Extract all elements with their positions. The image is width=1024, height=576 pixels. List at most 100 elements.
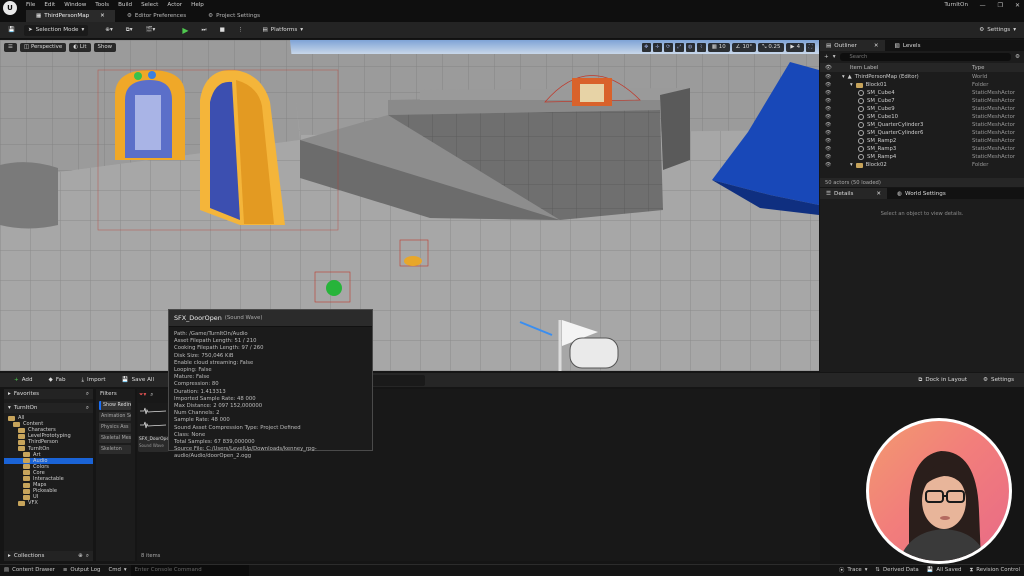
save-all-button[interactable]: 💾 Save All xyxy=(118,375,158,386)
add-icon[interactable]: + xyxy=(824,54,829,60)
menu-item-help[interactable]: Help xyxy=(191,2,204,8)
tab-outliner[interactable]: ▤ Outliner ✕ xyxy=(820,40,885,51)
chevron-down-icon[interactable]: ▾ xyxy=(842,74,845,80)
level-viewport[interactable]: ☰ ◫ Perspective ◐ Lit Show ✥ ✛ ⟳ ⤢ ◍ ⌇ ▦ 10… xyxy=(0,40,819,371)
grid-snap-button[interactable]: ▦ 10 xyxy=(707,42,730,52)
add-button[interactable]: + Add xyxy=(10,375,37,386)
visibility-eye-icon[interactable]: 👁 xyxy=(825,154,831,160)
visibility-eye-icon[interactable]: 👁 xyxy=(825,74,831,80)
derived-data-button[interactable]: ⇅ Derived Data xyxy=(871,565,922,576)
visibility-eye-icon[interactable]: 👁 xyxy=(825,106,831,112)
folder-vfx[interactable]: VFX xyxy=(4,500,93,506)
outliner-row[interactable]: 👁 SM_Cube10 StaticMeshActor xyxy=(820,113,1024,121)
fab-button[interactable]: ◆ Fab xyxy=(45,375,70,386)
rotation-snap-button[interactable]: ∠ 10° xyxy=(731,42,757,52)
menu-item-build[interactable]: Build xyxy=(118,2,132,8)
outliner-row[interactable]: 👁 ▾ ▲ ThirdPersonMap (Editor) World xyxy=(820,73,1024,81)
visibility-eye-icon[interactable]: 👁 xyxy=(825,130,831,136)
outliner-search-input[interactable]: Search xyxy=(839,53,1011,61)
maximize-viewport-icon[interactable]: ⛶ xyxy=(806,42,815,52)
outliner-row[interactable]: 👁 SM_QuarterCylinder3 StaticMeshActor xyxy=(820,121,1024,129)
outliner-row[interactable]: 👁 SM_Ramp4 StaticMeshActor xyxy=(820,153,1024,161)
import-button[interactable]: ⤓ Import xyxy=(78,375,110,386)
chevron-down-icon[interactable]: ▾ xyxy=(850,82,853,88)
menu-item-select[interactable]: Select xyxy=(141,2,158,8)
menu-item-file[interactable]: File xyxy=(26,2,35,8)
stop-icon[interactable]: ■ xyxy=(216,25,229,36)
search-icon[interactable]: ⌕ xyxy=(86,391,89,398)
project-section[interactable]: ▾ TurnItOn ⌕ xyxy=(4,403,93,413)
menu-item-window[interactable]: Window xyxy=(64,2,86,8)
gear-icon[interactable]: ⚙ xyxy=(1015,54,1020,60)
surface-snap-icon[interactable]: ⌇ xyxy=(696,42,706,52)
scale-snap-button[interactable]: ⤡ 0.25 xyxy=(758,42,785,52)
play-button[interactable]: ▶ xyxy=(178,25,192,36)
translate-icon[interactable]: ✛ xyxy=(652,42,662,52)
outliner-row[interactable]: 👁 ▾ Block02 Folder xyxy=(820,161,1024,169)
menu-item-tools[interactable]: Tools xyxy=(95,2,109,8)
visibility-eye-icon[interactable]: 👁 xyxy=(825,90,831,96)
outliner-row[interactable]: 👁 ▾ Block01 Folder xyxy=(820,81,1024,89)
filter-icon[interactable]: ▾ xyxy=(833,54,836,60)
search-icon[interactable]: ⌕ xyxy=(86,553,89,560)
tab-details[interactable]: ☰ Details ✕ xyxy=(820,188,888,199)
chevron-down-icon[interactable]: ▾ xyxy=(850,162,853,168)
visibility-eye-icon[interactable]: 👁 xyxy=(825,114,831,120)
add-actor-icon[interactable]: ⊕▾ xyxy=(101,25,117,36)
search-icon[interactable]: ⌕ xyxy=(86,405,89,412)
world-icon[interactable]: ◍ xyxy=(685,42,695,52)
filter-button[interactable]: Animation Se xyxy=(99,412,131,421)
filter-icon[interactable]: ⏷▾ xyxy=(139,392,146,399)
outliner-row[interactable]: 👁 SM_Cube7 StaticMeshActor xyxy=(820,97,1024,105)
tab-project-settings[interactable]: ⚙ Project Settings xyxy=(198,10,270,22)
unreal-logo-icon[interactable]: U xyxy=(3,1,17,15)
step-icon[interactable]: ⏭ xyxy=(198,25,211,36)
lit-button[interactable]: ◐ Lit xyxy=(69,42,91,52)
filter-button[interactable]: Show Redire xyxy=(99,401,131,410)
scale-icon[interactable]: ⤢ xyxy=(674,42,684,52)
add-icon[interactable]: ⊕ xyxy=(78,553,83,559)
menu-item-edit[interactable]: Edit xyxy=(44,2,55,8)
play-options-icon[interactable]: ⋮ xyxy=(234,25,248,36)
all-saved-button[interactable]: 💾 All Saved xyxy=(923,565,966,576)
revision-control-button[interactable]: ⧗ Revision Control xyxy=(965,565,1024,576)
visibility-eye-icon[interactable]: 👁 xyxy=(825,162,831,168)
show-button[interactable]: Show xyxy=(93,42,117,52)
collections-section[interactable]: ▸ Collections ⊕ ⌕ xyxy=(4,551,93,561)
platforms-dropdown[interactable]: ▤ Platforms ▾ xyxy=(258,25,307,36)
visibility-eye-icon[interactable]: 👁 xyxy=(825,82,831,88)
tab-levels[interactable]: ▧ Levels xyxy=(889,40,927,51)
outliner-row[interactable]: 👁 SM_Cube9 StaticMeshActor xyxy=(820,105,1024,113)
dock-in-layout-button[interactable]: ⧉ Dock in Layout xyxy=(914,375,971,386)
menu-item-actor[interactable]: Actor xyxy=(167,2,182,8)
filter-button[interactable]: Skeletal Mes xyxy=(99,434,131,443)
cb-settings-button[interactable]: ⚙ Settings xyxy=(979,375,1018,386)
outliner-row[interactable]: 👁 SM_QuarterCylinder6 StaticMeshActor xyxy=(820,129,1024,137)
tab-thirdpersonmap[interactable]: ▦ ThirdPersonMap ✕ xyxy=(26,10,115,22)
visibility-eye-icon[interactable]: 👁 xyxy=(825,122,831,128)
camera-speed-button[interactable]: ▶ 4 xyxy=(786,42,804,52)
cmd-dropdown[interactable]: Cmd ▾ xyxy=(104,565,130,576)
tab-world-settings[interactable]: ◍ World Settings xyxy=(891,188,952,199)
maximize-icon[interactable]: ❐ xyxy=(998,2,1003,9)
perspective-button[interactable]: ◫ Perspective xyxy=(19,42,67,52)
visibility-eye-icon[interactable]: 👁 xyxy=(825,146,831,152)
outliner-row[interactable]: 👁 SM_Cube4 StaticMeshActor xyxy=(820,89,1024,97)
close-icon[interactable]: ✕ xyxy=(1015,2,1020,9)
viewport-menu-icon[interactable]: ☰ xyxy=(4,42,17,52)
close-icon[interactable]: ✕ xyxy=(876,191,881,197)
settings-button[interactable]: ⚙ Settings ▾ xyxy=(975,25,1020,36)
search-icon[interactable]: ⌕ xyxy=(150,392,153,399)
outliner-row[interactable]: 👁 SM_Ramp3 StaticMeshActor xyxy=(820,145,1024,153)
minimize-icon[interactable]: — xyxy=(980,2,986,9)
content-drawer-button[interactable]: ▤ Content Drawer xyxy=(0,565,59,576)
tab-editor-preferences[interactable]: ⚙ Editor Preferences xyxy=(117,10,196,22)
filter-button[interactable]: Skeleton xyxy=(99,445,131,454)
save-icon[interactable]: 💾 xyxy=(4,25,19,36)
favorites-section[interactable]: ▸ Favorites ⌕ xyxy=(4,389,93,399)
item-label-column[interactable]: Item Label xyxy=(850,65,879,71)
selection-mode-dropdown[interactable]: ➤ Selection Mode ▾ xyxy=(23,24,89,36)
close-icon[interactable]: ✕ xyxy=(100,13,105,19)
blueprint-icon[interactable]: ⧉▾ xyxy=(122,25,137,36)
filter-button[interactable]: Physics Ass xyxy=(99,423,131,432)
